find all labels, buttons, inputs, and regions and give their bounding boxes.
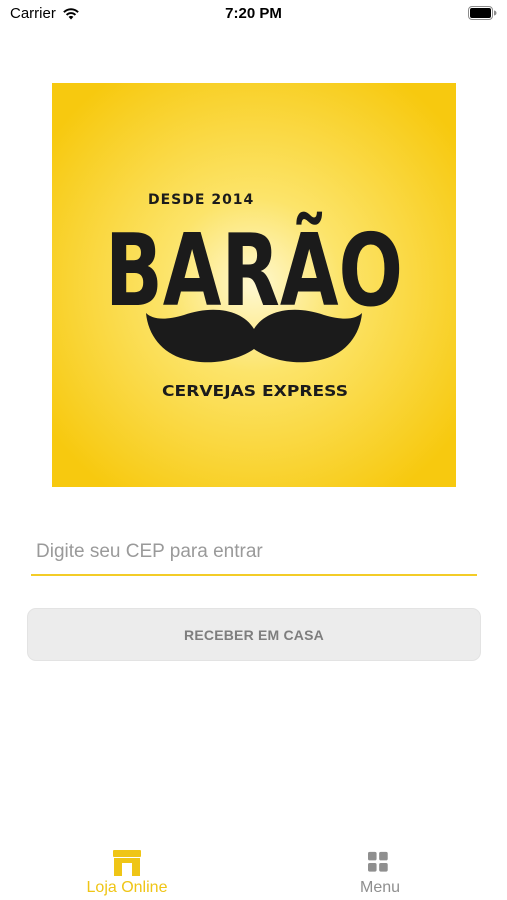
storefront-icon — [113, 850, 141, 876]
tab-menu-label: Menu — [359, 879, 401, 896]
brand-logo: DESDE 2014 BARÃO CERVEJAS EXPRESS — [52, 83, 456, 487]
battery-icon — [468, 6, 497, 20]
status-bar: Carrier 7:20 PM — [0, 0, 507, 30]
tab-menu[interactable]: Menu — [280, 834, 480, 900]
logo-tagline: CERVEJAS EXPRESS — [162, 382, 348, 400]
tab-loja-online[interactable]: Loja Online — [27, 834, 227, 900]
tab-bar: Loja Online Menu — [0, 834, 507, 900]
clock: 7:20 PM — [225, 5, 282, 22]
grid-icon — [368, 851, 388, 872]
receive-at-home-button[interactable]: RECEBER EM CASA — [27, 608, 481, 661]
cep-input[interactable] — [31, 530, 477, 576]
logo-since-text: DESDE 2014 — [148, 192, 254, 208]
logo-brand-text: BARÃO — [105, 212, 403, 329]
receive-at-home-label: RECEBER EM CASA — [184, 626, 324, 643]
tab-loja-online-label: Loja Online — [86, 879, 168, 896]
